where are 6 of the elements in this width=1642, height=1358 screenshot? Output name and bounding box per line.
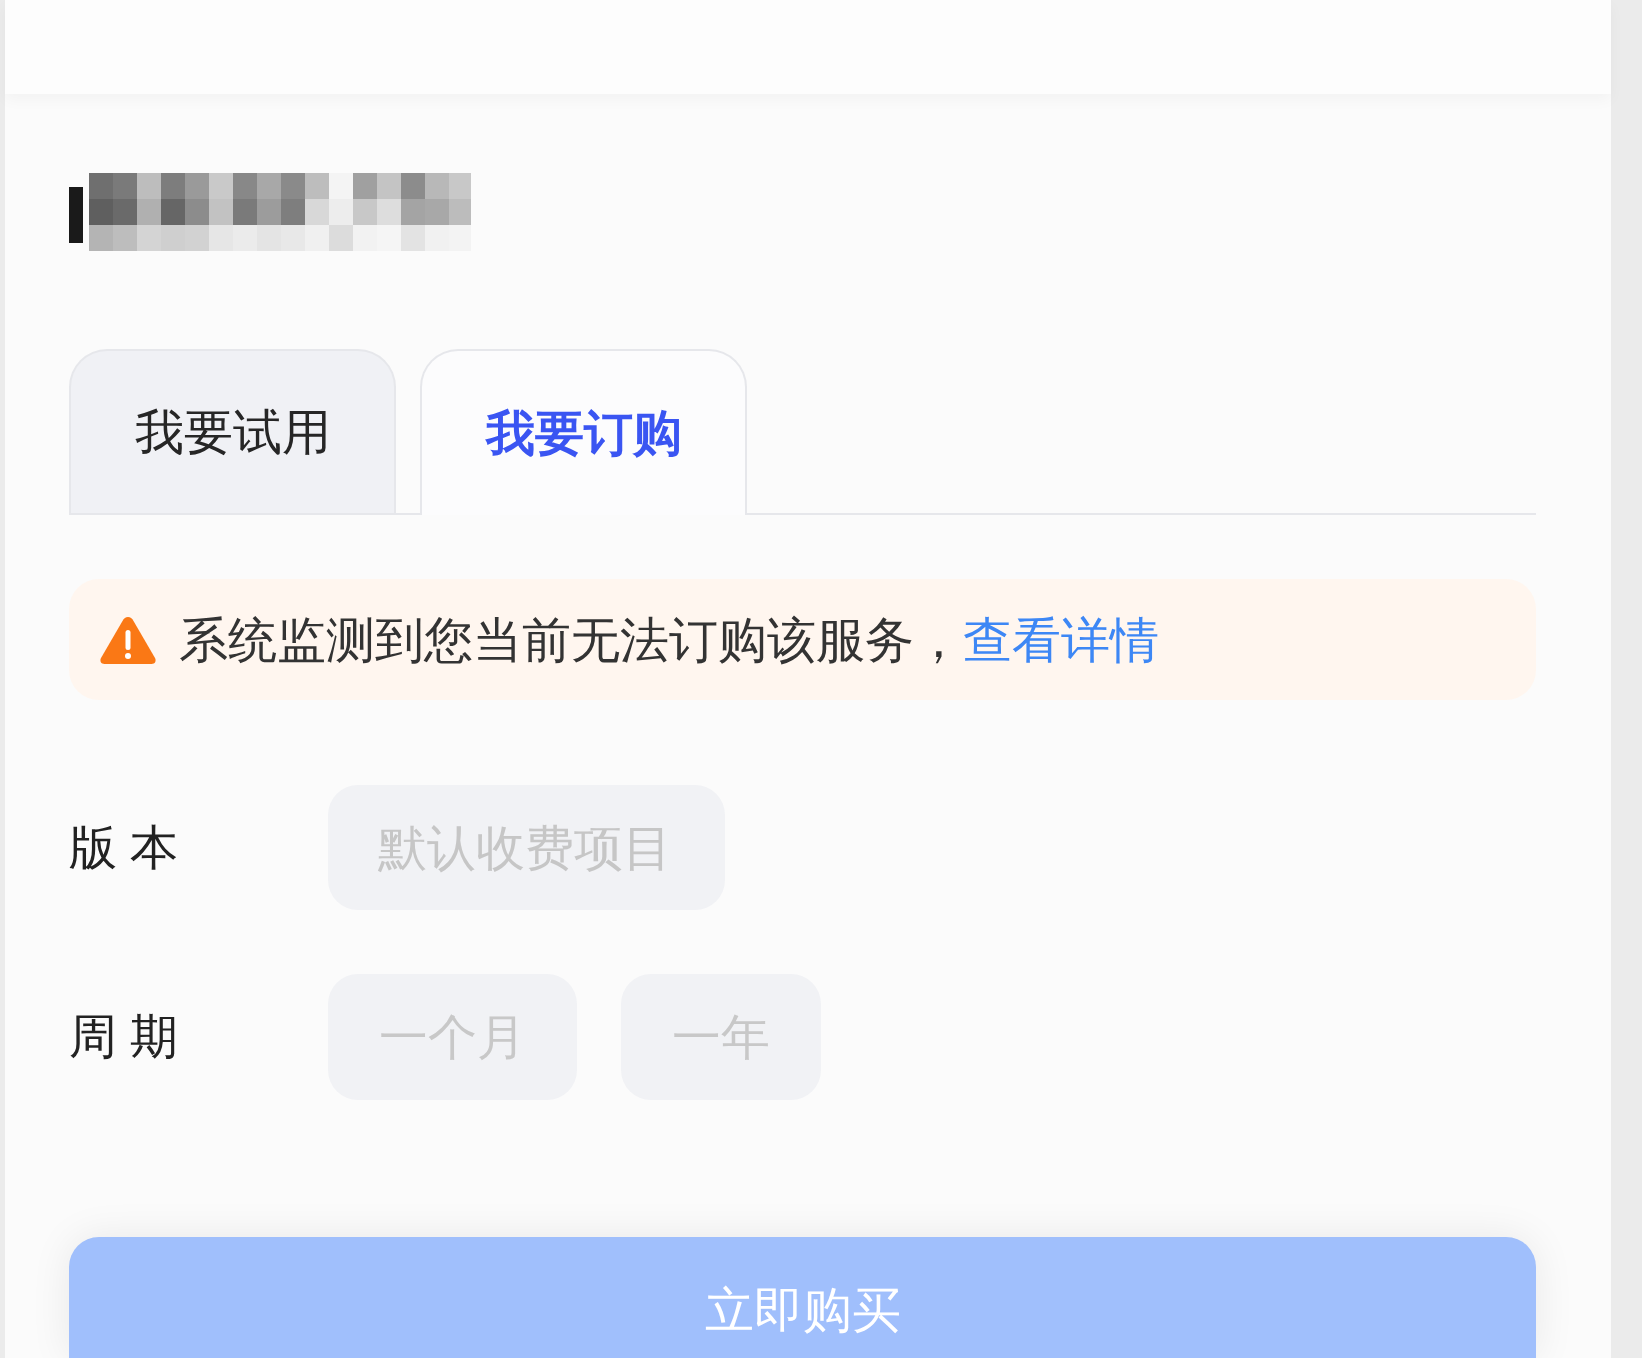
tab[interactable]: 我要试用 [69,349,396,513]
tab[interactable]: 我要订购 [420,349,747,515]
notice-text: 系统监测到您当前无法订购该服务，查看详情 [179,611,1159,669]
view-details-link[interactable]: 查看详情 [963,612,1159,667]
period-label: 周 期 [69,1009,179,1065]
version-label: 版 本 [69,819,179,876]
